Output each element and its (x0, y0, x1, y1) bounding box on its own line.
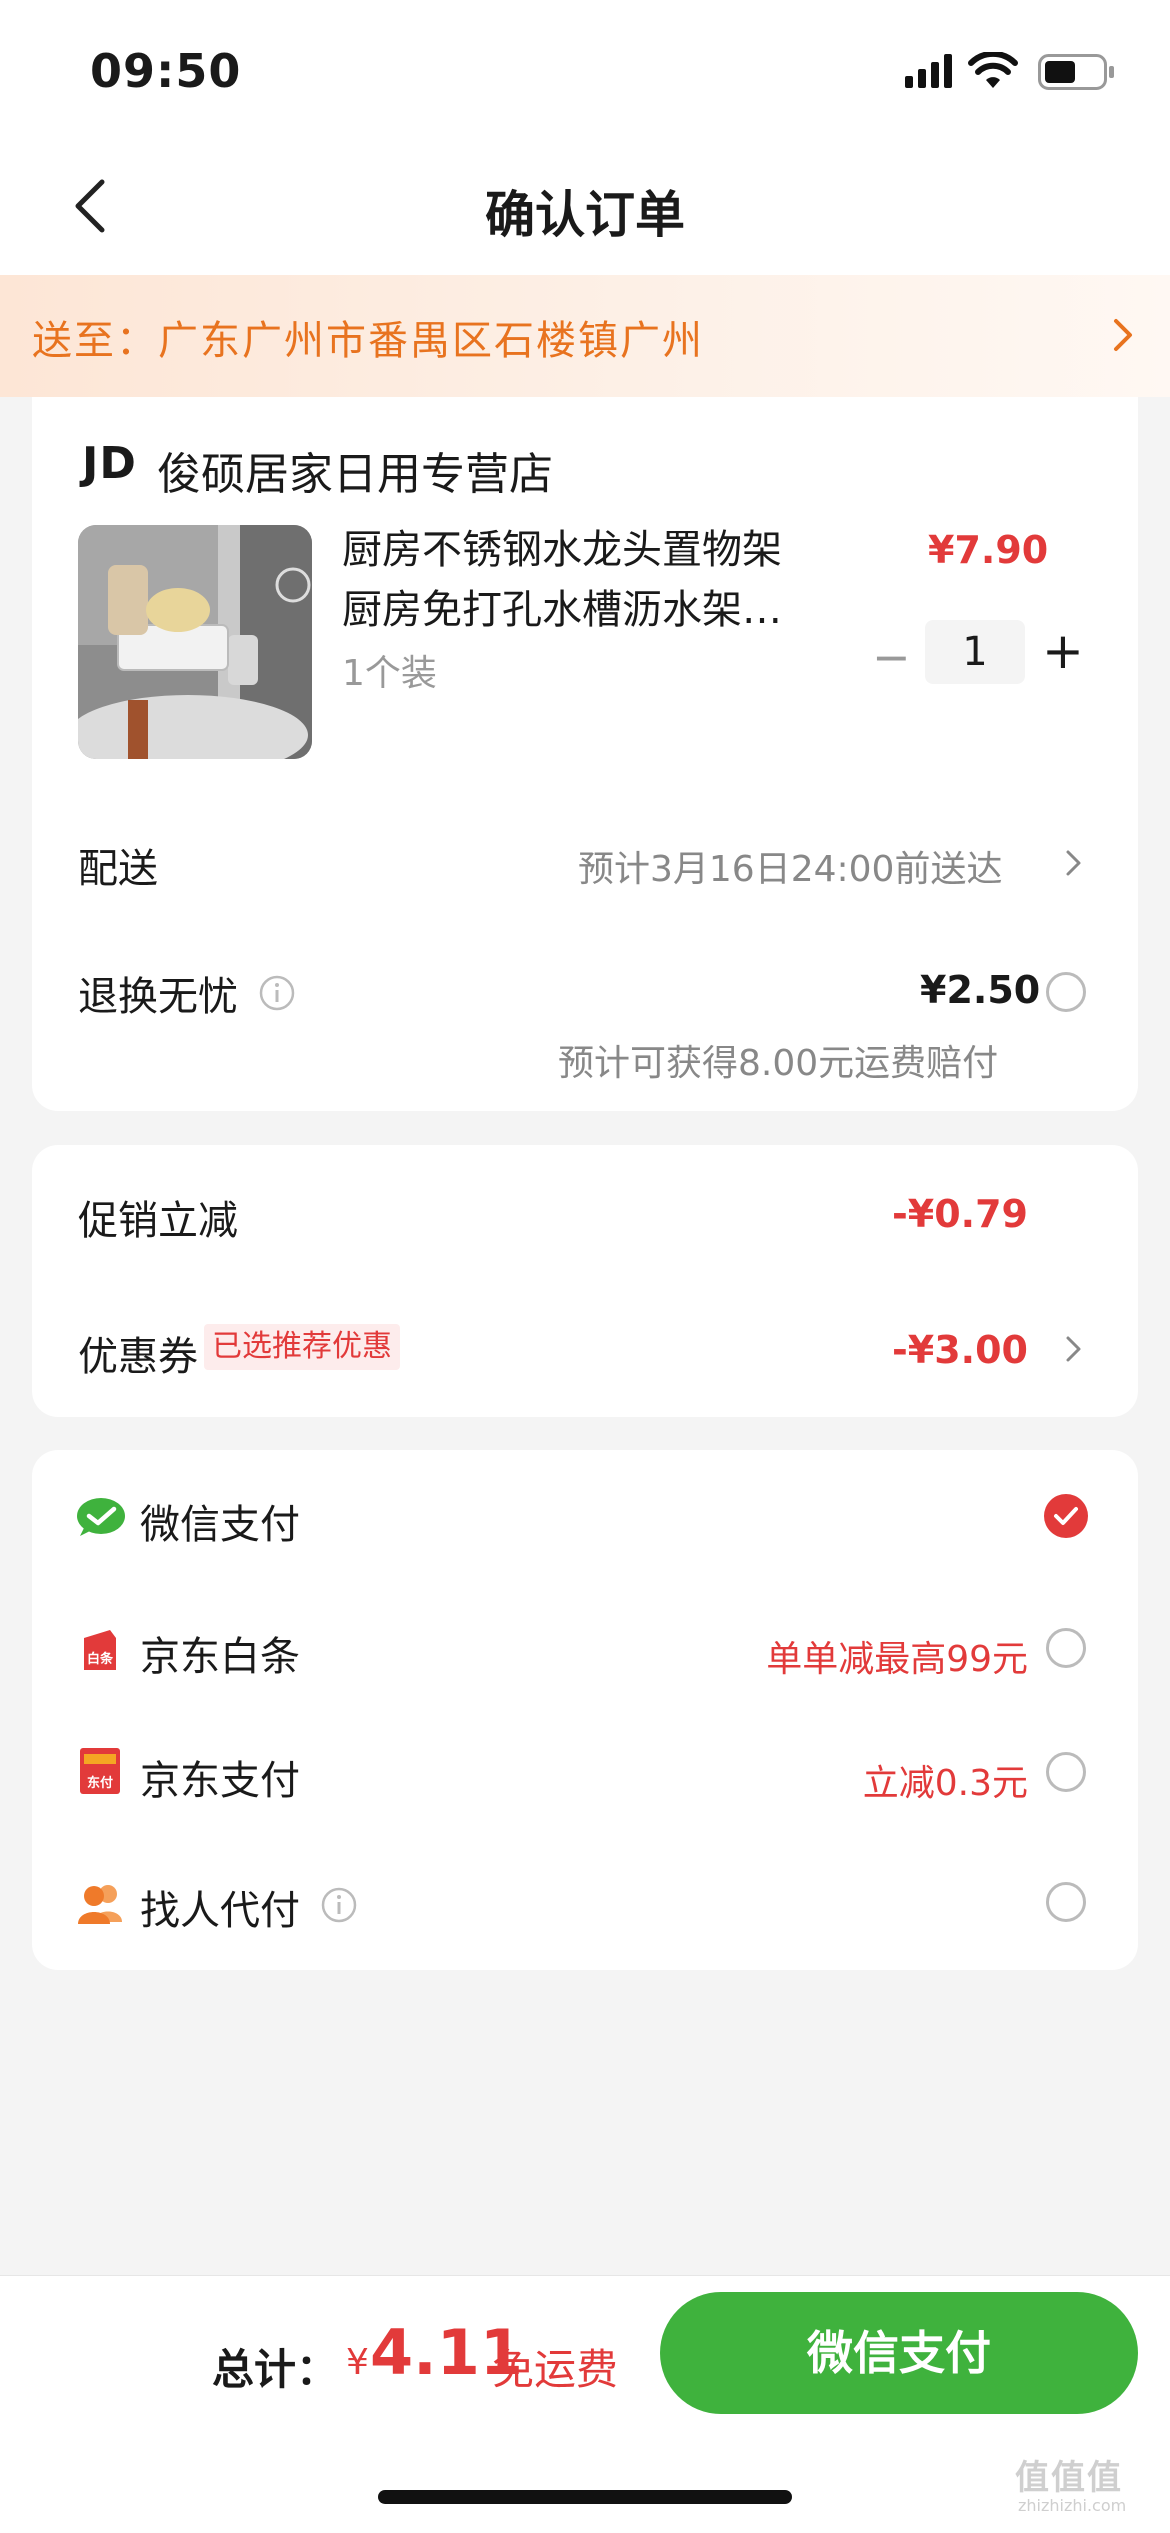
store-name[interactable]: 俊硕居家日用专营店 (157, 438, 553, 502)
quantity-value[interactable]: 1 (925, 620, 1025, 684)
pay-button[interactable]: 微信支付 (660, 2292, 1138, 2414)
promo-value: -¥0.79 (892, 1192, 1028, 1236)
product-image[interactable] (78, 525, 312, 759)
payment-radio[interactable] (1046, 1628, 1086, 1668)
payment-label: 京东白条 (140, 1634, 300, 1680)
info-icon[interactable] (320, 1886, 358, 1924)
payment-label: 找人代付 (140, 1888, 300, 1934)
chevron-right-icon (1114, 319, 1132, 351)
signal-icon (905, 54, 952, 88)
promo-label: 促销立减 (78, 1198, 238, 1244)
info-icon[interactable] (258, 974, 296, 1012)
store-logo: JD (82, 438, 137, 489)
baitiao-icon: 白条 (80, 1628, 120, 1672)
quantity-minus-button[interactable]: − (872, 630, 911, 684)
payment-radio[interactable] (1046, 1882, 1086, 1922)
chevron-right-icon (1066, 1336, 1081, 1362)
returns-price: ¥2.50 (920, 968, 1041, 1012)
address-text: 送至：广东广州市番禺区石楼镇广州 (32, 318, 704, 364)
coupon-tag: 已选推荐优惠 (204, 1324, 400, 1370)
returns-note: 预计可获得8.00元运费赔付 (558, 1043, 999, 1084)
watermark: 值值值 (1015, 2458, 1123, 2498)
free-shipping-label: 免运费 (492, 2345, 619, 2394)
quantity-plus-button[interactable]: + (1042, 622, 1084, 680)
people-icon (78, 1885, 122, 1924)
jdpay-icon: 东付 (80, 1748, 120, 1794)
delivery-label: 配送 (78, 846, 158, 892)
total-label: 总计： (212, 2345, 339, 2394)
payment-radio[interactable] (1046, 1752, 1086, 1792)
home-indicator[interactable] (378, 2490, 792, 2504)
watermark-url: zhizhizhi.com (1018, 2496, 1127, 2515)
product-spec: 1个装 (342, 653, 437, 694)
payment-promo-note: 立减0.3元 (862, 1763, 1028, 1804)
wifi-icon (968, 52, 1018, 88)
status-time: 09:50 (90, 44, 242, 98)
coupon-label: 优惠券 (78, 1334, 198, 1380)
payment-label: 京东支付 (140, 1758, 300, 1804)
wechat-pay-icon (77, 1498, 125, 1536)
product-price: ¥7.90 (928, 528, 1049, 572)
returns-label: 退换无忧 (78, 974, 238, 1020)
product-name[interactable]: 厨房不锈钢水龙头置物架 厨房免打孔水槽沥水架… (342, 520, 822, 640)
total-currency: ¥ (346, 2342, 369, 2383)
returns-radio[interactable] (1046, 972, 1086, 1012)
chevron-right-icon (1066, 850, 1081, 876)
payment-promo-note: 单单减最高99元 (766, 1639, 1028, 1680)
battery-icon (1038, 54, 1114, 90)
payment-label: 微信支付 (140, 1502, 300, 1548)
checked-radio-icon[interactable] (1044, 1494, 1088, 1538)
page-title: 确认订单 (485, 186, 685, 244)
coupon-value[interactable]: -¥3.00 (880, 1328, 1028, 1372)
delivery-estimate[interactable]: 预计3月16日24:00前送达 (578, 840, 1002, 892)
